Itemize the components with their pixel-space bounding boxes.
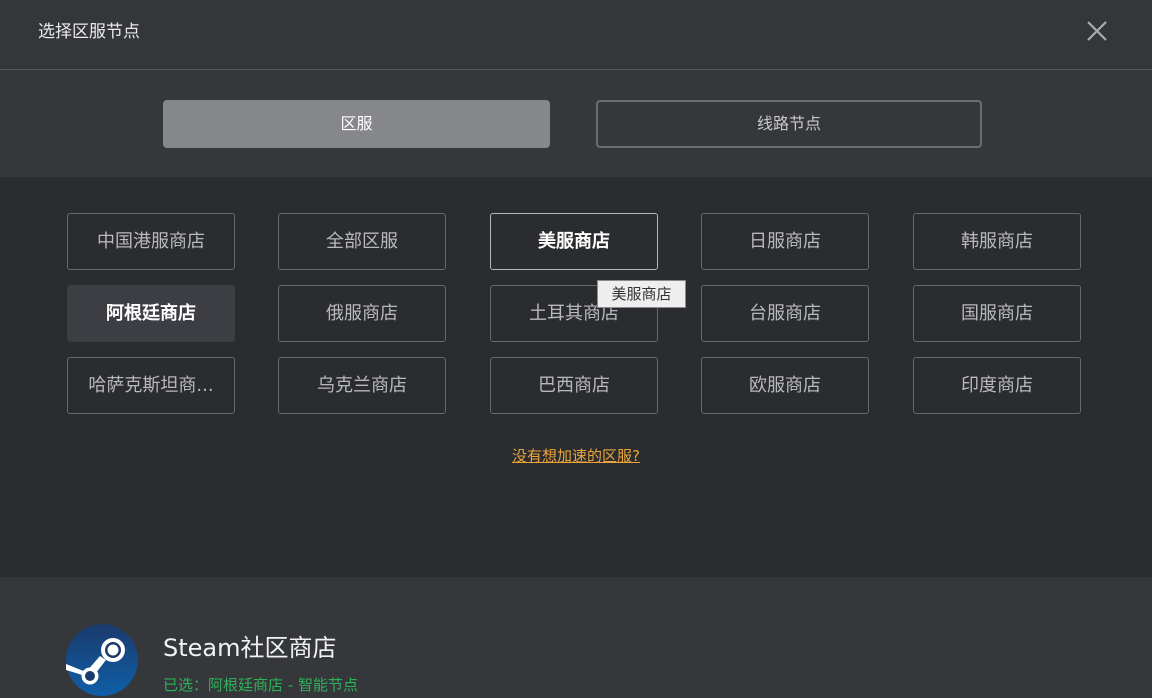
region-ru-store[interactable]: 俄服商店 <box>278 285 446 342</box>
region-in-store[interactable]: 印度商店 <box>913 357 1081 414</box>
dialog-title: 选择区服节点 <box>38 22 140 42</box>
steam-logo-icon <box>66 624 138 696</box>
region-eu-store[interactable]: 欧服商店 <box>701 357 869 414</box>
region-br-store[interactable]: 巴西商店 <box>490 357 658 414</box>
game-name: Steam社区商店 <box>163 634 337 662</box>
close-button[interactable] <box>1080 14 1114 48</box>
region-ua-store[interactable]: 乌克兰商店 <box>278 357 446 414</box>
selected-node-status: 已选：阿根廷商店 - 智能节点 <box>163 676 358 694</box>
tab-region[interactable]: 区服 <box>163 100 550 148</box>
region-kr-store[interactable]: 韩服商店 <box>913 213 1081 270</box>
region-jp-store[interactable]: 日服商店 <box>701 213 869 270</box>
region-grid: 中国港服商店 全部区服 美服商店 日服商店 韩服商店 阿根廷商店 俄服商店 土耳… <box>0 177 1152 577</box>
region-us-store[interactable]: 美服商店 <box>490 213 658 270</box>
region-ar-store[interactable]: 阿根廷商店 <box>67 285 235 342</box>
region-hk-store[interactable]: 中国港服商店 <box>67 213 235 270</box>
close-icon <box>1087 21 1107 41</box>
tab-route-node[interactable]: 线路节点 <box>596 100 982 148</box>
missing-region-link-label[interactable]: 没有想加速的区服? <box>512 447 640 465</box>
region-all[interactable]: 全部区服 <box>278 213 446 270</box>
region-kz-store[interactable]: 哈萨克斯坦商... <box>67 357 235 414</box>
tab-bar: 区服 线路节点 <box>0 70 1152 177</box>
dialog-header: 选择区服节点 <box>0 0 1152 70</box>
missing-region-link[interactable]: 没有想加速的区服? <box>0 445 1152 466</box>
region-tw-store[interactable]: 台服商店 <box>701 285 869 342</box>
tooltip: 美服商店 <box>597 280 686 308</box>
footer: Steam社区商店 已选：阿根廷商店 - 智能节点 <box>0 577 1152 698</box>
region-cn-store[interactable]: 国服商店 <box>913 285 1081 342</box>
